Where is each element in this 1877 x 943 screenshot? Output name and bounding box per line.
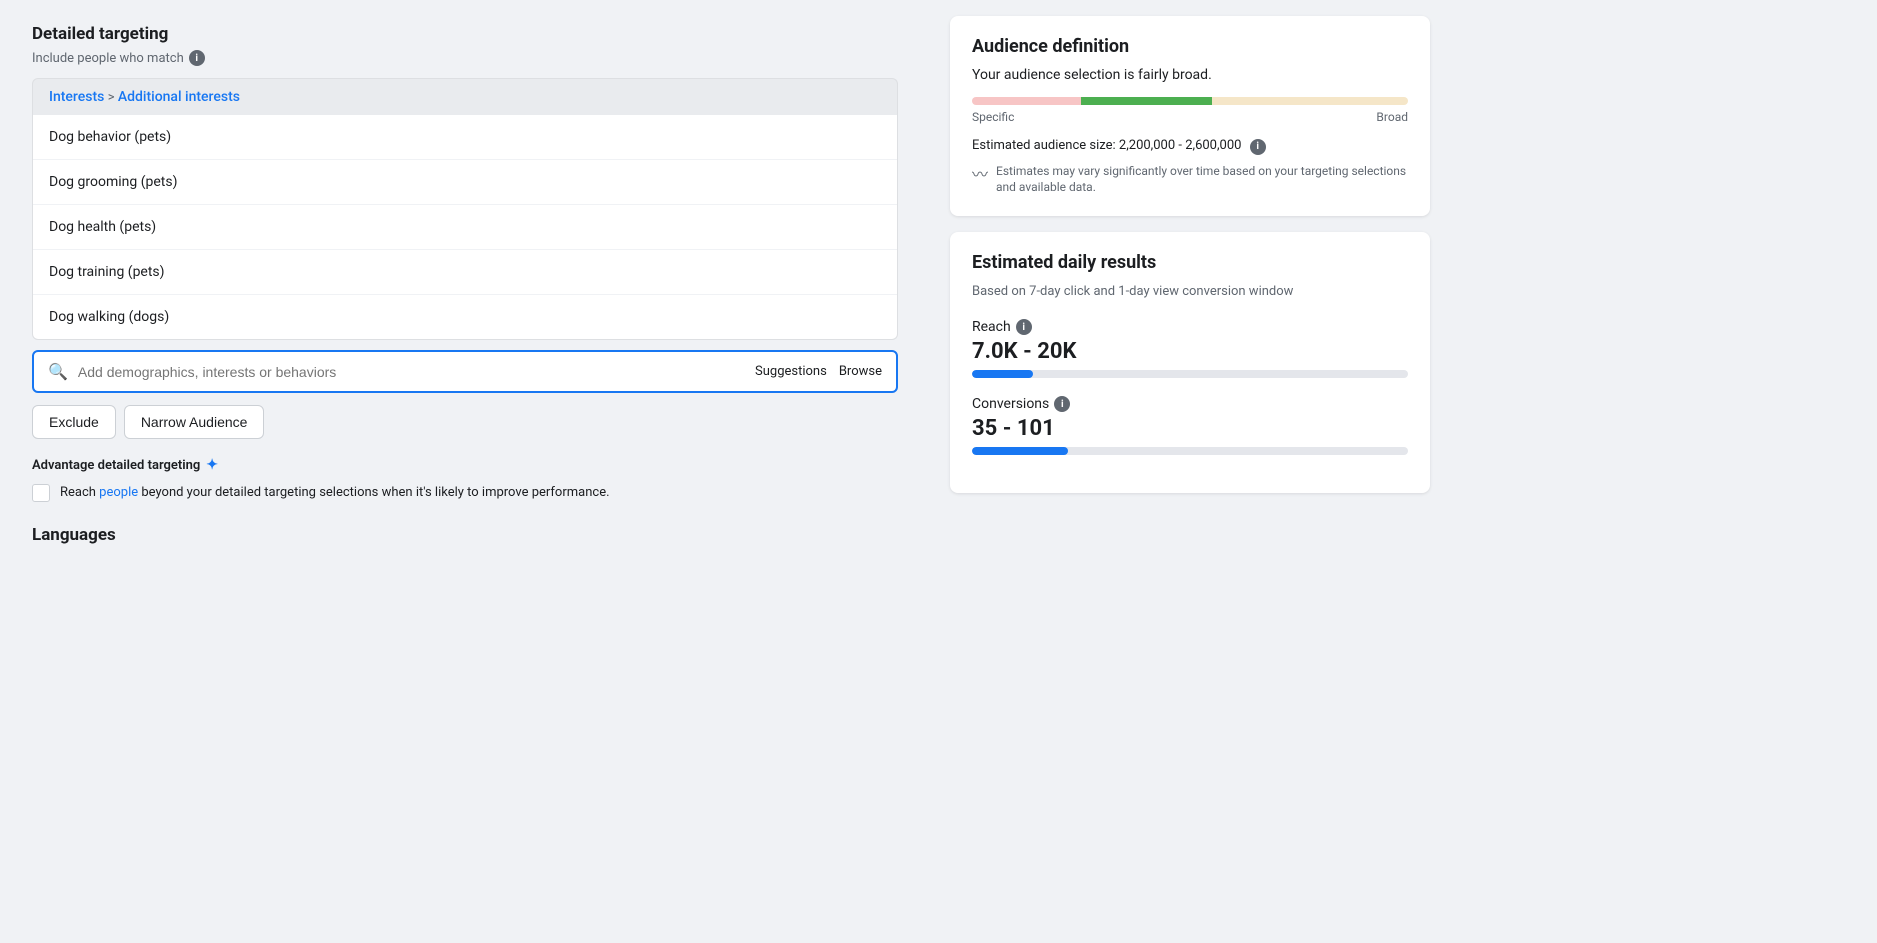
conversions-value: 35 - 101 <box>972 416 1408 441</box>
list-item[interactable]: Dog grooming (pets) <box>33 160 897 205</box>
search-box: 🔍 Suggestions Browse <box>32 350 898 393</box>
narrow-audience-button[interactable]: Narrow Audience <box>124 405 265 439</box>
spectrum-bar <box>972 97 1408 105</box>
search-input[interactable] <box>78 364 745 380</box>
reach-bar <box>972 370 1408 378</box>
audience-size-text: Estimated audience size: 2,200,000 - 2,6… <box>972 138 1408 155</box>
advantage-checkbox[interactable] <box>32 484 50 502</box>
breadcrumb-interests[interactable]: Interests <box>49 89 104 105</box>
browse-button[interactable]: Browse <box>839 364 882 379</box>
sparkle-icon: ✦ <box>206 457 218 473</box>
languages-title: Languages <box>32 525 898 545</box>
advantage-text: Reach people beyond your detailed target… <box>60 483 610 503</box>
conversions-section: Conversions i 35 - 101 <box>972 396 1408 455</box>
people-link[interactable]: people <box>99 485 138 500</box>
daily-results-subtitle: Based on 7-day click and 1-day view conv… <box>972 283 1408 301</box>
exclude-button[interactable]: Exclude <box>32 405 116 439</box>
include-info-icon[interactable]: i <box>189 50 205 66</box>
section-title: Detailed targeting <box>32 24 898 44</box>
languages-section: Languages <box>32 525 898 545</box>
list-item[interactable]: Dog health (pets) <box>33 205 897 250</box>
spectrum-yellow <box>1212 97 1408 105</box>
spectrum-labels: Specific Broad <box>972 110 1408 124</box>
daily-results-card: Estimated daily results Based on 7-day c… <box>950 232 1430 493</box>
spectrum-green <box>1081 97 1212 105</box>
reach-section: Reach i 7.0K - 20K <box>972 319 1408 378</box>
reach-label: Reach i <box>972 319 1408 335</box>
label-broad: Broad <box>1376 110 1408 124</box>
conversions-info-icon[interactable]: i <box>1054 396 1070 412</box>
list-item[interactable]: Dog behavior (pets) <box>33 115 897 160</box>
action-buttons: Exclude Narrow Audience <box>32 405 898 439</box>
breadcrumb-separator: > <box>108 90 118 105</box>
trend-icon: 〰 <box>972 164 988 186</box>
section-subtitle: Include people who match i <box>32 50 898 66</box>
reach-bar-fill <box>972 370 1033 378</box>
advantage-title: Advantage detailed targeting ✦ <box>32 457 898 473</box>
suggestions-button[interactable]: Suggestions <box>755 364 827 379</box>
audience-size-info-icon[interactable]: i <box>1250 139 1266 155</box>
conversions-bar <box>972 447 1408 455</box>
spectrum-bar-container: Specific Broad <box>972 97 1408 124</box>
list-item[interactable]: Dog training (pets) <box>33 250 897 295</box>
breadcrumb: Interests > Additional interests <box>32 78 898 115</box>
advantage-section: Advantage detailed targeting ✦ Reach peo… <box>32 457 898 503</box>
list-item[interactable]: Dog walking (dogs) <box>33 295 897 339</box>
spectrum-pink <box>972 97 1081 105</box>
right-panel: Audience definition Your audience select… <box>930 0 1450 943</box>
label-specific: Specific <box>972 110 1014 124</box>
estimates-note: 〰 Estimates may vary significantly over … <box>972 163 1408 197</box>
reach-info-icon[interactable]: i <box>1016 319 1032 335</box>
search-actions: Suggestions Browse <box>755 364 882 379</box>
conversions-bar-fill <box>972 447 1068 455</box>
advantage-checkbox-row: Reach people beyond your detailed target… <box>32 483 898 503</box>
audience-subtitle: Your audience selection is fairly broad. <box>972 67 1408 83</box>
interest-list: Dog behavior (pets) Dog grooming (pets) … <box>32 115 898 340</box>
daily-results-title: Estimated daily results <box>972 252 1408 273</box>
audience-card-title: Audience definition <box>972 36 1408 57</box>
reach-value: 7.0K - 20K <box>972 339 1408 364</box>
search-icon: 🔍 <box>48 362 68 381</box>
breadcrumb-additional-interests[interactable]: Additional interests <box>118 89 240 105</box>
conversions-label: Conversions i <box>972 396 1408 412</box>
audience-definition-card: Audience definition Your audience select… <box>950 16 1430 216</box>
